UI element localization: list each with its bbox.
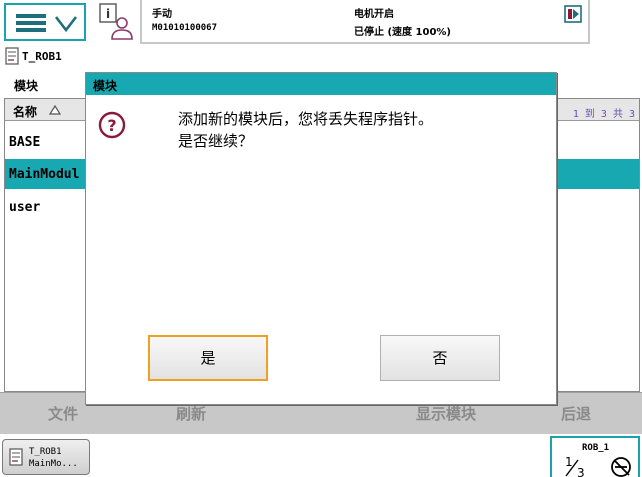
operating-mode: 手动	[152, 9, 172, 20]
dialog-title: 模块	[93, 79, 118, 93]
chevron-down-icon	[54, 16, 78, 33]
no-button[interactable]: 否	[380, 335, 500, 381]
controller-id: M01010100067	[152, 23, 218, 33]
menu-icon	[16, 14, 46, 32]
quickset-robot-button[interactable]: ROB_1 1 3	[550, 436, 640, 477]
main-menu-button[interactable]	[4, 3, 86, 41]
section-title: 模块	[14, 79, 39, 93]
list-item-label: BASE	[9, 135, 41, 150]
column-header-name[interactable]: 名称	[13, 103, 37, 120]
fraction-display: 1 3	[565, 455, 585, 477]
dialog-title-bar: 模块	[86, 73, 556, 95]
confirm-dialog: 模块 ? 添加新的模块后，您将丢失程序指针。 是否继续？ 是 否	[85, 72, 557, 405]
task-program-icon	[5, 47, 19, 65]
list-item-label: user	[9, 200, 41, 215]
svg-text:i: i	[106, 7, 110, 21]
taskbar-line-1: T_ROB1	[29, 447, 62, 457]
fraction-denominator: 3	[577, 466, 585, 477]
question-icon: ?	[98, 111, 126, 139]
refresh-button[interactable]: 刷新	[176, 403, 206, 424]
fraction-numerator: 1	[565, 455, 573, 469]
taskbar-line-2: MainMo...	[29, 459, 78, 469]
top-bar: i 手动 M01010100067 电机开启 已停止 (速度 100%)	[0, 0, 642, 44]
dialog-message-line-1: 添加新的模块后，您将丢失程序指针。	[178, 110, 434, 128]
file-button[interactable]: 文件	[48, 403, 78, 424]
task-row: T_ROB1	[0, 44, 642, 68]
yes-button[interactable]: 是	[148, 335, 268, 381]
robot-label: ROB_1	[582, 443, 610, 453]
robot-speed-icon	[611, 457, 631, 477]
status-icon[interactable]	[564, 5, 582, 23]
operator-info-icon[interactable]: i	[98, 3, 134, 41]
run-status: 已停止 (速度 100%)	[354, 27, 451, 38]
back-button[interactable]: 后退	[561, 403, 591, 424]
show-module-button[interactable]: 显示模块	[416, 403, 476, 424]
page-info: 1 到 3 共 3	[572, 109, 635, 120]
status-bar: T_ROB1 MainMo... ROB_1 1 3	[0, 434, 642, 477]
status-panel[interactable]: 手动 M01010100067 电机开启 已停止 (速度 100%)	[140, 0, 590, 44]
svg-text:?: ?	[107, 116, 116, 135]
dialog-message-line-2: 是否继续？	[178, 132, 254, 150]
task-name: T_ROB1	[22, 50, 62, 63]
task-program-icon	[9, 448, 23, 466]
motor-status: 电机开启	[354, 9, 394, 20]
taskbar-program-button[interactable]: T_ROB1 MainMo...	[2, 439, 90, 475]
list-item-label: MainModul	[9, 167, 80, 182]
sort-ascending-icon	[49, 105, 61, 115]
